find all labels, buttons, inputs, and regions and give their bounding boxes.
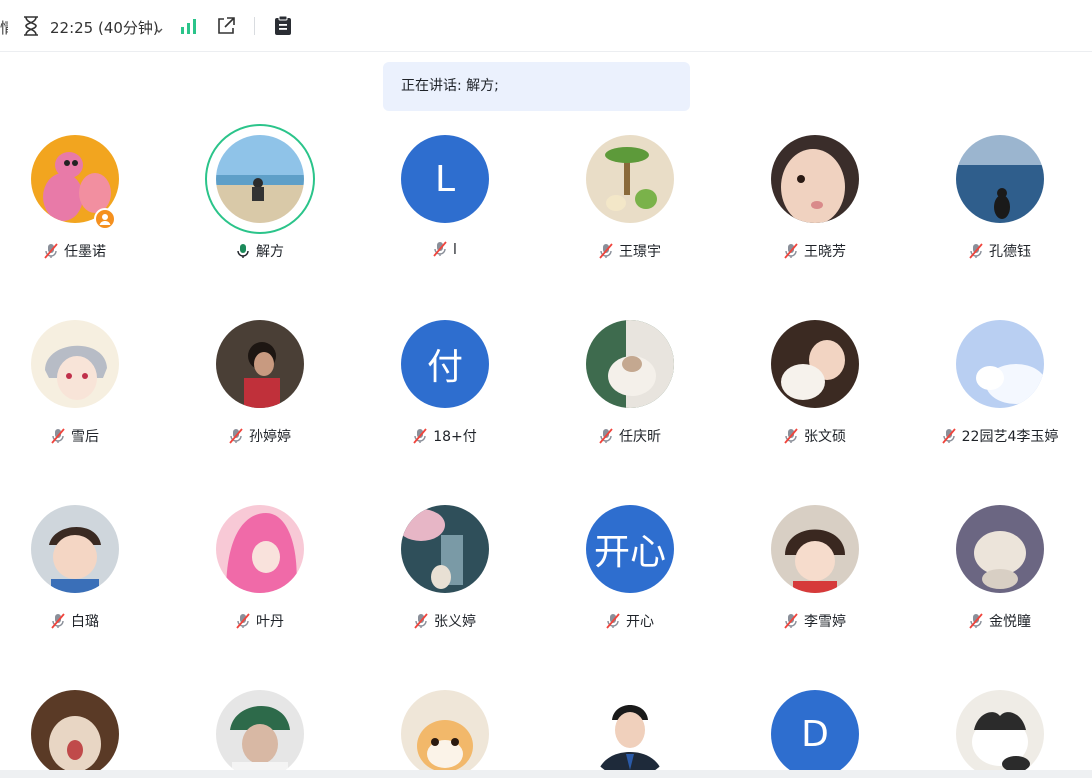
avatar [216,690,304,770]
avatar: 开心 [586,505,674,593]
participant-tile[interactable] [370,690,520,770]
participant-tile[interactable]: 张义婷 [370,505,520,655]
mic-muted-icon [51,428,65,444]
participant-tile[interactable]: 雪后 [0,320,150,470]
avatar: 付 [401,320,489,408]
avatar [586,135,674,223]
mic-muted-icon [784,428,798,444]
participant-tile[interactable]: L l [370,135,520,285]
participant-name: 叶丹 [256,614,284,630]
avatar: L [401,135,489,223]
participant-name: 孙婷婷 [249,429,291,445]
participant-tile-speaking[interactable]: 解方 [185,124,335,285]
avatar [771,320,859,408]
participant-tile[interactable] [555,690,705,770]
participant-tile[interactable]: 22园艺4李玉婷 [925,320,1075,470]
participant-tile[interactable]: 张文硕 [740,320,890,470]
avatar [31,320,119,408]
participant-name: 雪后 [71,429,99,445]
mic-muted-icon [599,243,613,259]
avatar: D [771,690,859,770]
participant-name: 解方 [256,244,284,260]
participant-tile[interactable]: 王璟宇 [555,135,705,285]
avatar [216,135,304,223]
participant-name: 李雪婷 [804,614,846,630]
participant-tile[interactable] [185,690,335,770]
participant-tile[interactable]: 李雪婷 [740,505,890,655]
mic-muted-icon [969,243,983,259]
participant-tile[interactable] [0,690,150,770]
mic-muted-icon [599,428,613,444]
avatar [586,320,674,408]
participant-tile[interactable]: 开心 开心 [555,505,705,655]
mic-muted-icon [236,613,250,629]
participant-name: 张文硕 [804,429,846,445]
participant-name: 金悦瞳 [989,614,1031,630]
participant-name: l [453,242,457,258]
mic-muted-icon [606,613,620,629]
mic-muted-icon [784,243,798,259]
mic-muted-icon [229,428,243,444]
avatar [31,505,119,593]
avatar [771,135,859,223]
mic-muted-icon [414,613,428,629]
participant-name: 18+付 [433,429,477,445]
participant-tile[interactable]: D [740,690,890,770]
participant-name: 任庆昕 [619,429,661,445]
participant-name: 张义婷 [434,614,476,630]
participant-tile[interactable] [925,690,1075,770]
participant-name: 白璐 [71,614,99,630]
avatar [216,505,304,593]
participant-name: 王晓芳 [804,244,846,260]
avatar [216,320,304,408]
mic-muted-icon [941,428,956,444]
participant-tile[interactable]: 付 18+付 [370,320,520,470]
participant-tile[interactable]: 孔德钰 [925,135,1075,285]
participant-name: 孔德钰 [989,244,1031,260]
participant-name: 开心 [626,614,654,630]
participant-tile[interactable]: 孙婷婷 [185,320,335,470]
avatar [956,505,1044,593]
participant-tile[interactable]: 叶丹 [185,505,335,655]
participant-name: 王璟宇 [619,244,661,260]
mic-muted-icon [44,243,58,259]
participant-name: 任墨诺 [64,244,106,260]
mic-muted-icon [433,241,447,257]
avatar [956,320,1044,408]
participant-tile[interactable]: 白璐 [0,505,150,655]
avatar [956,690,1044,770]
bottom-bar [0,770,1092,778]
participant-tile[interactable]: 任庆昕 [555,320,705,470]
avatar [31,690,119,770]
mic-muted-icon [51,613,65,629]
avatar [771,505,859,593]
host-badge-icon [94,208,116,230]
participant-name: 22园艺4李玉婷 [961,429,1059,445]
participant-tile[interactable]: 王晓芳 [740,135,890,285]
participant-tile[interactable]: 任墨诺 [0,135,150,285]
mic-muted-icon [784,613,798,629]
avatar [401,690,489,770]
mic-active-icon [236,243,250,259]
avatar [956,135,1044,223]
participant-tile[interactable]: 金悦瞳 [925,505,1075,655]
avatar [401,505,489,593]
participant-grid: 任墨诺 解方 L l 王璟宇 王晓芳 孔德钰 雪后 孙婷婷 付 18+付 任庆昕… [0,0,1092,778]
mic-muted-icon [969,613,983,629]
mic-muted-icon [413,428,427,444]
avatar [586,690,674,770]
